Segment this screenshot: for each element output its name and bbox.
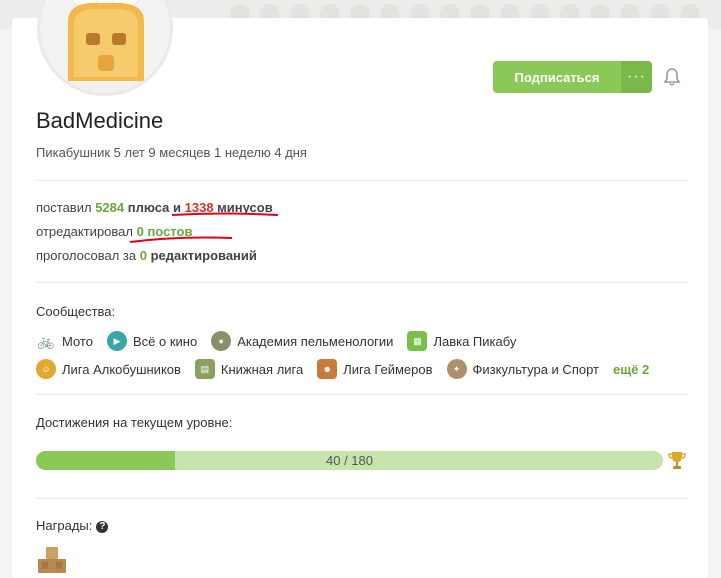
profile-name: BadMedicine [36, 108, 164, 133]
profile-card [12, 18, 708, 578]
red-underline-annotation [171, 212, 279, 216]
divider [36, 394, 688, 395]
communities-row-2: ☺ Лига Алкобушников ▤ Книжная лига ☻ Лиг… [36, 359, 649, 379]
edit-votes-count: 0 [139, 248, 147, 263]
profile-tenure: Пикабушник 5 лет 9 месяцев 1 неделю 4 дн… [36, 145, 307, 160]
communities-row-1: 🚲 Мото ▶ Всё о кино ● Академия пельменол… [36, 331, 530, 351]
cinema-icon: ▶ [106, 331, 127, 351]
divider [36, 180, 688, 181]
pluses-count: 5284 [95, 200, 125, 215]
beer-icon: ☺ [36, 359, 56, 379]
community-item[interactable]: ● Академия пельменологии [211, 331, 393, 351]
dumpling-icon: ● [211, 331, 232, 351]
progress-label: 40 / 180 [326, 453, 373, 468]
community-item[interactable]: ▤ Книжная лига [194, 359, 303, 379]
community-item[interactable]: ☻ Лига Геймеров [317, 359, 433, 379]
awards-title: Награды:? [36, 518, 109, 533]
more-communities-link[interactable]: ещё 2 [613, 362, 649, 377]
community-item[interactable]: ▶ Всё о кино [106, 331, 197, 351]
bell-icon[interactable] [662, 67, 682, 87]
stat-edit-votes: проголосовал за 0 редактирований [36, 248, 257, 263]
trophy-icon[interactable] [668, 450, 686, 470]
help-icon[interactable]: ? [96, 520, 109, 533]
community-item[interactable]: ✦ Физкультура и Спорт [446, 359, 599, 379]
shop-icon: ▦ [407, 331, 428, 351]
communities-title: Сообщества: [36, 304, 116, 319]
community-item[interactable]: ☺ Лига Алкобушников [36, 359, 181, 379]
community-item[interactable]: 🚲 Мото [36, 331, 93, 351]
award-badge-icon[interactable] [36, 545, 68, 573]
achievements-title: Достижения на текущем уровне: [36, 415, 233, 430]
achievement-progress-bar: 40 / 180 [36, 451, 663, 470]
book-icon: ▤ [194, 359, 215, 379]
red-underline-annotation [129, 236, 233, 243]
sport-icon: ✦ [446, 359, 467, 379]
subscribe-button[interactable]: Подписаться [493, 61, 621, 93]
motorbike-icon: 🚲 [36, 331, 56, 351]
community-item[interactable]: ▦ Лавка Пикабу [407, 331, 516, 351]
divider [36, 498, 688, 499]
divider [36, 282, 688, 283]
more-dots-icon: ··· [627, 68, 646, 85]
more-options-button[interactable]: ··· [621, 61, 652, 93]
gamer-icon: ☻ [317, 359, 338, 379]
